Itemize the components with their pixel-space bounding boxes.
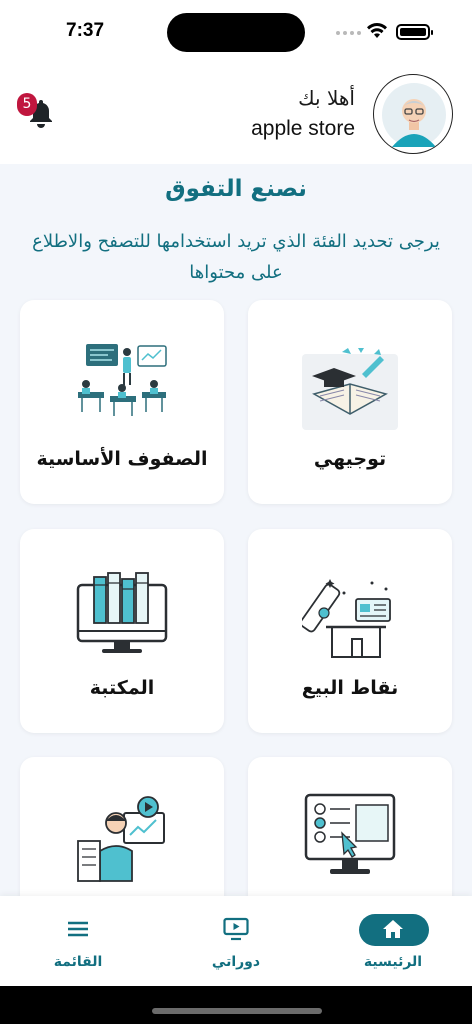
library-monitor-icon bbox=[76, 572, 168, 653]
classroom-icon bbox=[78, 344, 167, 416]
category-label: نقاط البيع bbox=[301, 677, 399, 699]
page-headline: نصنع التفوق bbox=[165, 176, 307, 202]
tab-courses-label: دوراتي bbox=[211, 954, 261, 970]
teacher-video-icon bbox=[77, 796, 165, 882]
online-test-icon bbox=[304, 793, 396, 874]
greeting-text: أهلا بك bbox=[298, 86, 355, 110]
battery-icon bbox=[396, 24, 433, 40]
app-header: أهلا بك apple store 5 bbox=[0, 62, 472, 164]
tab-home[interactable]: الرئيسية bbox=[333, 896, 453, 986]
category-card-library[interactable]: المكتبة bbox=[20, 529, 224, 733]
category-label: توجيهي bbox=[313, 448, 387, 470]
category-label: المكتبة bbox=[89, 677, 155, 699]
status-time: 7:37 bbox=[66, 20, 105, 41]
dynamic-island bbox=[167, 13, 305, 52]
avatar[interactable] bbox=[373, 74, 453, 154]
category-card-basic-classes[interactable]: الصفوف الأساسية bbox=[20, 300, 224, 504]
store-diploma-icon bbox=[302, 579, 391, 658]
tab-menu-label: القائمة bbox=[53, 954, 103, 970]
notification-badge: 5 bbox=[17, 93, 37, 116]
tab-courses[interactable]: دوراتي bbox=[176, 896, 296, 986]
tab-home-label: الرئيسية bbox=[363, 954, 423, 970]
page-subtitle: يرجى تحديد الفئة الذي تريد استخدامها للت… bbox=[32, 231, 440, 283]
graduation-book-icon bbox=[302, 348, 398, 430]
wifi-icon bbox=[367, 22, 387, 38]
category-card-tawjihi[interactable]: توجيهي bbox=[248, 300, 452, 504]
signal-icon bbox=[336, 31, 361, 35]
user-avatar-icon bbox=[382, 83, 446, 147]
category-label: الصفوف الأساسية bbox=[36, 448, 208, 470]
status-bar: 7:37 bbox=[0, 0, 472, 62]
tab-menu[interactable]: القائمة bbox=[18, 896, 138, 986]
home-indicator[interactable] bbox=[152, 1008, 322, 1014]
category-card-points-of-sale[interactable]: نقاط البيع bbox=[248, 529, 452, 733]
system-home-bar bbox=[0, 986, 472, 1024]
store-name: apple store bbox=[251, 117, 355, 140]
